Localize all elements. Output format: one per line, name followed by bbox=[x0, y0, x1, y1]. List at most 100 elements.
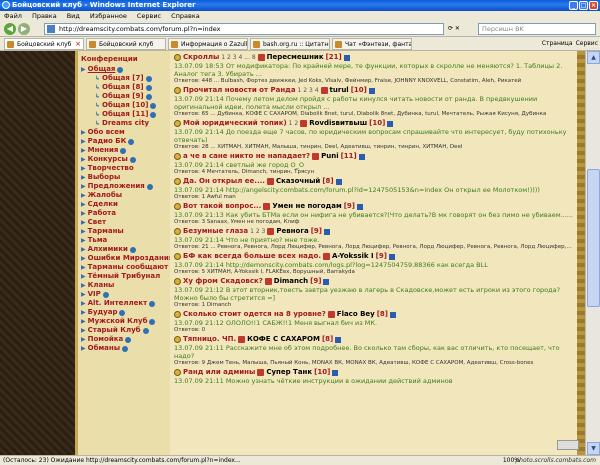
tab-2[interactable]: Информация о Zazulka bbox=[168, 38, 248, 50]
info-icon[interactable] bbox=[343, 54, 350, 61]
sidebar-item[interactable]: ▶ Жалобы bbox=[81, 191, 168, 200]
menu-item-5[interactable]: Справка bbox=[171, 11, 200, 21]
sidebar-item[interactable]: ▶ Обо всем bbox=[81, 128, 168, 137]
tab-tool-1[interactable]: Сервис bbox=[576, 38, 598, 49]
topic-author[interactable]: Супер Танк bbox=[266, 368, 312, 377]
topic-replies: Ответов: 1 Dimanch bbox=[174, 302, 232, 308]
topic-author[interactable]: Rovdisвитвыш bbox=[309, 119, 367, 128]
scroll-thumb[interactable] bbox=[587, 169, 600, 307]
maximize-button[interactable]: □ bbox=[579, 1, 588, 10]
topic-author[interactable]: Ревнога bbox=[276, 227, 308, 236]
scroll-down-icon[interactable]: ▼ bbox=[587, 442, 600, 455]
sidebar-item[interactable]: ▶ Сделки bbox=[81, 200, 168, 209]
tab-tool-0[interactable]: Страница bbox=[542, 38, 573, 49]
sidebar-item[interactable]: ↳ Общая [11] bbox=[81, 110, 168, 119]
topic-title-link[interactable]: Мой юридический топик) bbox=[183, 119, 287, 128]
topic-author[interactable]: Сказочный bbox=[276, 177, 320, 186]
topic-pages[interactable]: 1 2 bbox=[289, 119, 299, 128]
sidebar-item[interactable]: ↳ Общая [9] bbox=[81, 92, 168, 101]
topic-title-link[interactable]: Вот такой вопрос... bbox=[183, 202, 261, 211]
info-icon[interactable] bbox=[357, 203, 363, 210]
search-input[interactable]: Персишн BK bbox=[478, 23, 596, 35]
sidebar-item[interactable]: ▶ Тёмный Трибунал bbox=[81, 272, 168, 281]
sidebar-item[interactable]: ↳ Общая [8] bbox=[81, 83, 168, 92]
sidebar-item[interactable]: ▶ Радио БК bbox=[81, 137, 168, 146]
topic-author[interactable]: Умен не погодам bbox=[272, 202, 341, 211]
tab-1[interactable]: Бойцовский клуб bbox=[86, 38, 166, 50]
topic-title-link[interactable]: а че в сане никто не нападает? bbox=[183, 152, 310, 161]
sidebar-item[interactable]: ▶ Работа bbox=[81, 209, 168, 218]
sidebar-item[interactable]: ▶ Ошибки Мироздания bbox=[81, 254, 173, 263]
topic-author[interactable]: Puni bbox=[321, 152, 339, 161]
close-button[interactable]: × bbox=[589, 1, 598, 10]
scroll-up-icon[interactable]: ▲ bbox=[587, 51, 600, 64]
topic-author[interactable]: Dimanch bbox=[274, 277, 308, 286]
address-input[interactable]: http://dreamscity.combats.com/forum.pl?n… bbox=[44, 23, 444, 35]
forward-icon[interactable]: ▶ bbox=[18, 23, 30, 35]
menu-item-1[interactable]: Правка bbox=[32, 11, 57, 21]
popup-indicator[interactable] bbox=[557, 440, 579, 450]
menu-item-0[interactable]: Файл bbox=[4, 11, 22, 21]
menu-item-4[interactable]: Сервис bbox=[137, 11, 161, 21]
info-icon[interactable] bbox=[390, 311, 397, 318]
sidebar-item[interactable]: ▶ Выборы bbox=[81, 173, 168, 182]
topic-author[interactable]: A-Yokssik I bbox=[332, 252, 374, 261]
menu-item-2[interactable]: Вид bbox=[67, 11, 80, 21]
sidebar-item[interactable]: ↳ Dreams city bbox=[81, 119, 168, 128]
sidebar-item[interactable]: ▶ Тарманы сообщают bbox=[81, 263, 168, 272]
topic-title-link[interactable]: Сколько стоит одется на 8 уровне? bbox=[183, 310, 326, 319]
info-icon[interactable] bbox=[387, 120, 394, 127]
topic-author[interactable]: turul bbox=[330, 86, 349, 95]
topic-title-link[interactable]: Тяпницо. ЧП. bbox=[183, 335, 236, 344]
sidebar-item[interactable]: ▶ Общая bbox=[81, 65, 168, 74]
sidebar-item[interactable]: ▶ Алхимики bbox=[81, 245, 168, 254]
topic-author[interactable]: КОФЕ С САХАРОМ bbox=[247, 335, 320, 344]
sidebar-item[interactable]: ▶ Кланы bbox=[81, 281, 168, 290]
topic-title-link[interactable]: Прочитал новости от Ранда bbox=[183, 86, 296, 95]
tab-close-icon[interactable]: × bbox=[75, 39, 81, 49]
topic-title-link[interactable]: Безумные глаза bbox=[183, 227, 248, 236]
info-icon[interactable] bbox=[388, 253, 395, 260]
info-icon[interactable] bbox=[323, 278, 330, 285]
info-icon[interactable] bbox=[332, 369, 339, 376]
topic-pages[interactable]: 1 2 3 bbox=[250, 227, 265, 236]
sidebar-item[interactable]: ↳ Общая [7] bbox=[81, 74, 168, 83]
topic-title-link[interactable]: Ранд или админы bbox=[183, 368, 255, 377]
topic-title-link[interactable]: Скроллы bbox=[183, 53, 219, 62]
info-icon[interactable] bbox=[324, 228, 330, 235]
topic-author[interactable]: Flaco Bey bbox=[337, 310, 375, 319]
refresh-stop-icons[interactable]: ⟳ ✕ bbox=[448, 23, 468, 35]
sidebar-item[interactable]: ▶ Конкурсы bbox=[81, 155, 168, 164]
sidebar-item[interactable]: ▶ Мнения bbox=[81, 146, 168, 155]
info-icon[interactable] bbox=[368, 87, 375, 94]
sidebar-item[interactable]: ▶ Будуар bbox=[81, 308, 168, 317]
info-icon[interactable] bbox=[335, 178, 342, 185]
topic-pages[interactable]: 1 2 3 4 bbox=[298, 86, 319, 95]
sidebar-item[interactable]: ▶ Обманы bbox=[81, 344, 168, 353]
sidebar-item[interactable]: ▶ Свет bbox=[81, 218, 168, 227]
info-icon[interactable] bbox=[358, 153, 365, 160]
sidebar-item[interactable]: ▶ VIP bbox=[81, 290, 168, 299]
tab-4[interactable]: Чат «Фэнтези, фантастика... bbox=[332, 38, 412, 50]
back-icon[interactable]: ◀ bbox=[4, 23, 16, 35]
topic-title-link[interactable]: БФ как всегда больше всех надо. bbox=[183, 252, 321, 261]
sidebar-item[interactable]: ▶ Тьма bbox=[81, 236, 168, 245]
sidebar-item[interactable]: ▶ Предложения bbox=[81, 182, 168, 191]
topic-author[interactable]: Пересмешник bbox=[267, 53, 324, 62]
topic-title-link[interactable]: Да. Он открыл ее.... bbox=[183, 177, 265, 186]
info-icon[interactable] bbox=[335, 336, 342, 343]
sidebar-item[interactable]: ▶ Мужской Клуб bbox=[81, 317, 168, 326]
sidebar-item[interactable]: ▶ Помойка bbox=[81, 335, 168, 344]
menu-item-3[interactable]: Избранное bbox=[90, 11, 127, 21]
sidebar-item[interactable]: ▶ Alt. Интеллект bbox=[81, 299, 168, 308]
sidebar-item[interactable]: ▶ Старый Клуб bbox=[81, 326, 168, 335]
tab-0[interactable]: Бойцовский клуб × bbox=[4, 38, 84, 50]
topic-title-link[interactable]: Ху фром Скадовск? bbox=[183, 277, 263, 286]
topic-pages[interactable]: 1 2 3 4 ... 8 bbox=[221, 53, 255, 62]
tab-3[interactable]: bash.org.ru :: Цитатник Рун... bbox=[250, 38, 330, 50]
sidebar-item[interactable]: ↳ Общая [10] bbox=[81, 101, 168, 110]
sidebar-item[interactable]: ▶ Творчество bbox=[81, 164, 168, 173]
minimize-button[interactable]: _ bbox=[569, 1, 578, 10]
vertical-scrollbar[interactable]: ▲ ▼ bbox=[585, 51, 600, 455]
sidebar-item[interactable]: ▶ Тарманы bbox=[81, 227, 168, 236]
